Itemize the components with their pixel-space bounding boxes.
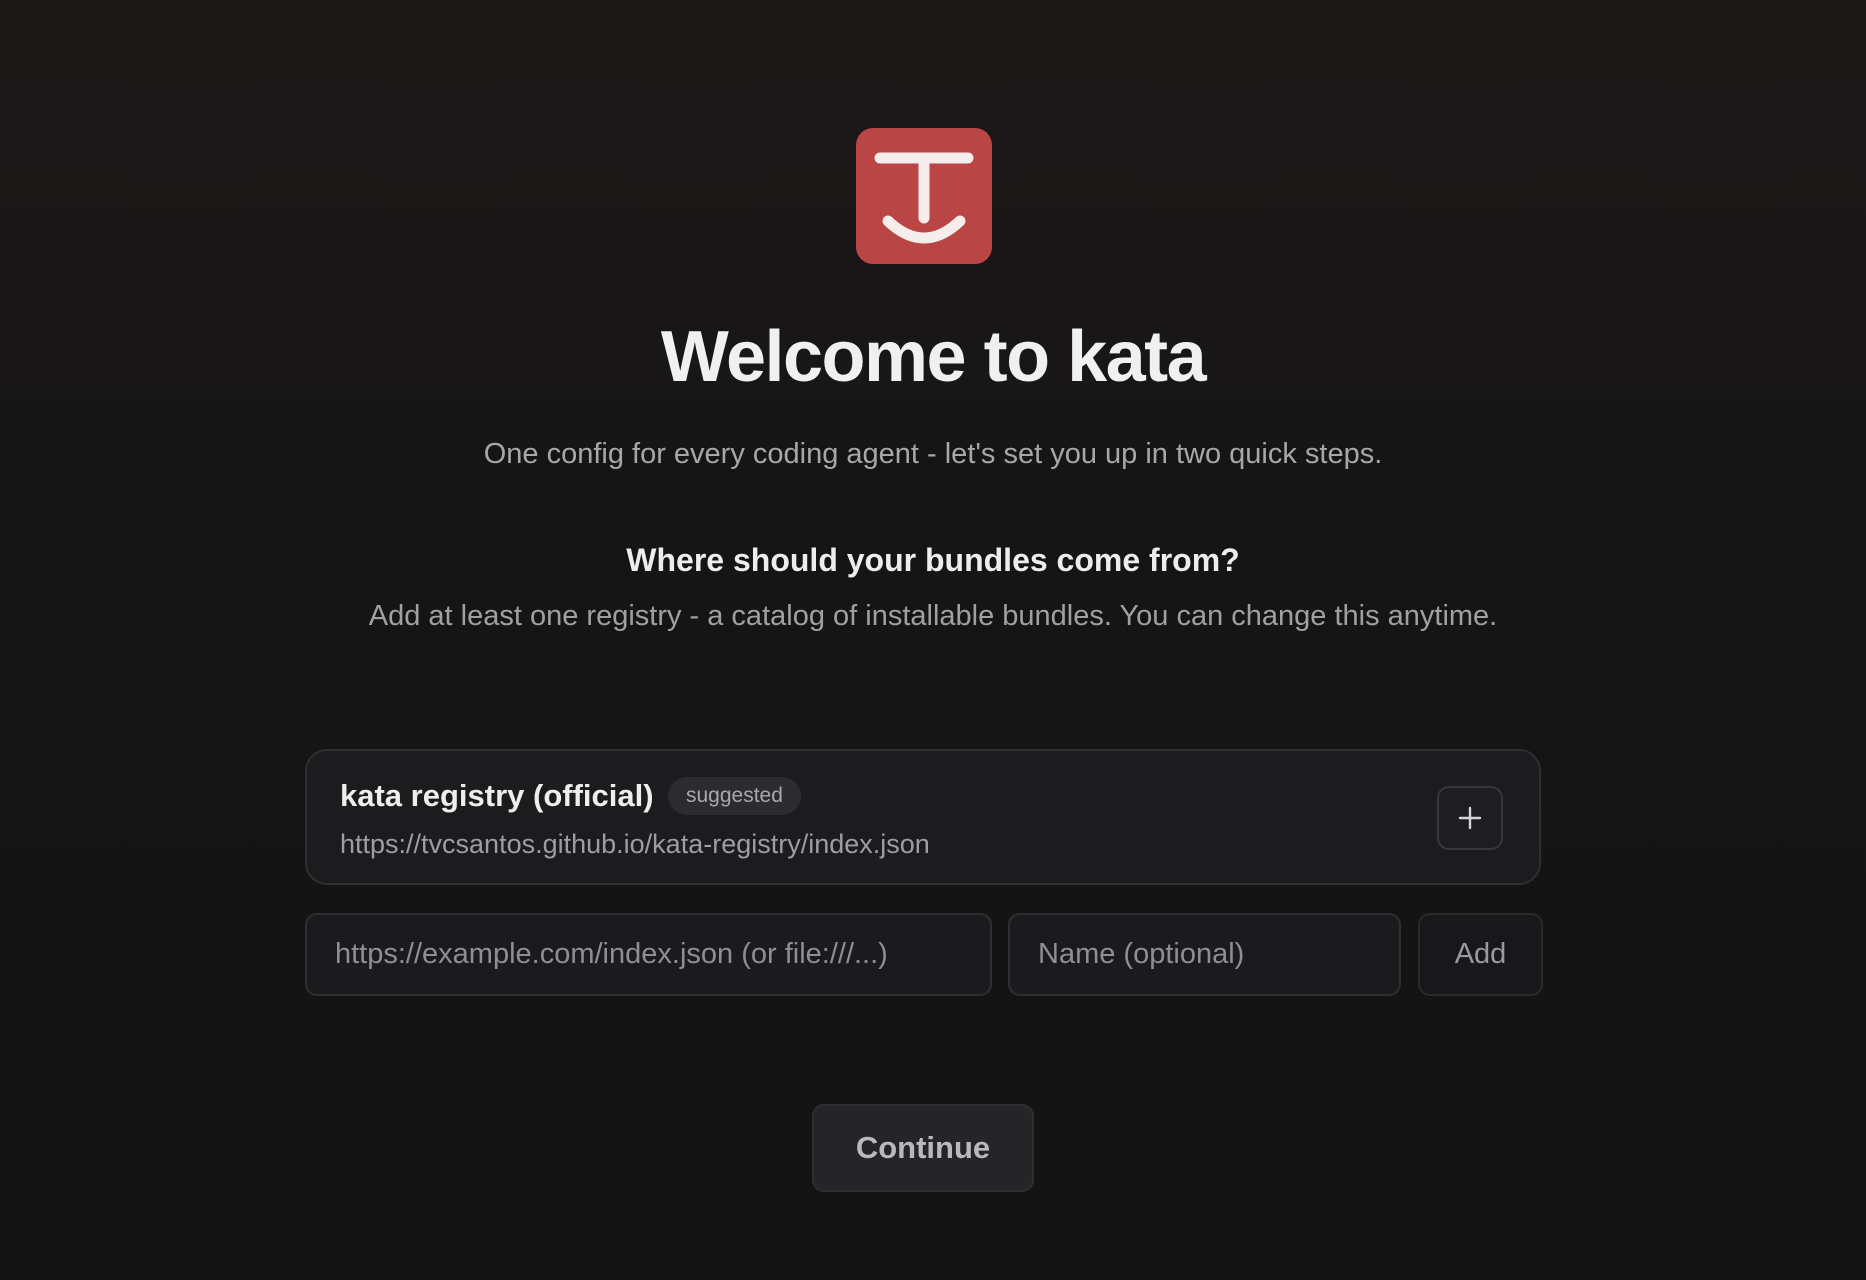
registry-url-input[interactable]	[305, 913, 992, 996]
continue-button[interactable]: Continue	[812, 1104, 1034, 1192]
suggested-registry-card: kata registry (official) suggested https…	[305, 749, 1541, 885]
registry-url: https://tvcsantos.github.io/kata-registr…	[340, 829, 930, 859]
step-hint: Add at least one registry - a catalog of…	[368, 600, 1498, 632]
registry-name: kata registry (official)	[340, 778, 654, 813]
kata-logo-icon	[856, 128, 992, 264]
page-title: Welcome to kata	[660, 317, 1207, 397]
step-question: Where should your bundles come from?	[626, 542, 1240, 578]
registry-name-input[interactable]	[1008, 913, 1401, 996]
add-registry-button[interactable]: Add	[1418, 913, 1543, 996]
page-subtitle: One config for every coding agent - let'…	[483, 438, 1383, 470]
plus-icon	[1458, 797, 1482, 839]
add-suggested-registry-button[interactable]	[1437, 786, 1503, 850]
suggested-badge: suggested	[668, 777, 801, 815]
